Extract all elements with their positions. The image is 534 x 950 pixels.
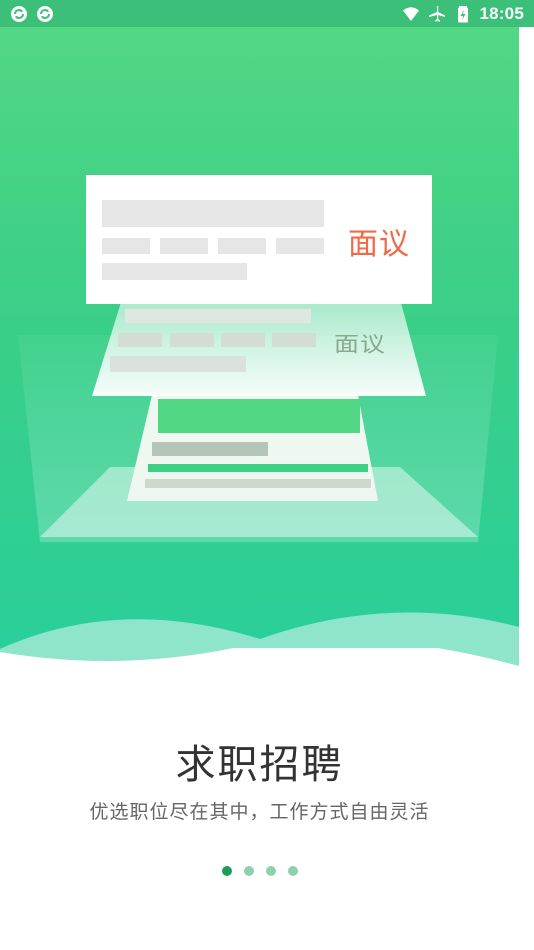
middle-card-line	[221, 333, 265, 347]
middle-card-line	[110, 356, 246, 372]
hero-banner: 面议 面议	[0, 27, 519, 677]
back-card-line	[152, 442, 268, 456]
onboarding-screen: 18:05 面议 面议 求职招聘 优选职位尽在其中，工作方式自由灵活	[0, 0, 534, 950]
front-card-line	[276, 238, 324, 254]
sync-icon	[37, 5, 53, 22]
salary-negotiable-label: 面议	[348, 227, 410, 262]
front-card-line	[102, 200, 324, 227]
front-card-line	[160, 238, 208, 254]
wifi-icon	[402, 6, 419, 21]
sync-icon	[11, 5, 27, 22]
back-card-header	[158, 399, 360, 433]
page-dot-2[interactable]	[243, 866, 254, 876]
page-indicator	[0, 866, 519, 878]
page-dot-3[interactable]	[265, 866, 276, 876]
middle-card-line	[272, 333, 316, 347]
front-card-line	[102, 238, 150, 254]
middle-card-line	[118, 333, 162, 347]
status-bar: 18:05	[0, 0, 534, 27]
status-bar-left	[10, 5, 54, 23]
wave-edge	[0, 648, 519, 688]
middle-card-line	[170, 333, 214, 347]
status-bar-time: 18:05	[479, 3, 524, 23]
battery-icon	[457, 5, 468, 22]
back-card-line	[145, 479, 371, 488]
airplane-mode-icon	[428, 5, 445, 22]
status-bar-right: 18:05	[402, 4, 524, 24]
page-dot-1[interactable]	[221, 866, 232, 876]
front-card-line	[102, 263, 247, 280]
salary-negotiable-reflection: 面议	[334, 331, 387, 357]
job-cards-illustration	[0, 175, 519, 677]
onboarding-title: 求职招聘	[175, 742, 344, 788]
onboarding-subtitle: 优选职位尽在其中，工作方式自由灵活	[89, 801, 430, 823]
back-card-line	[148, 464, 368, 472]
middle-card-line	[125, 309, 311, 323]
front-card-line	[218, 238, 266, 254]
page-dot-4[interactable]	[287, 866, 298, 876]
